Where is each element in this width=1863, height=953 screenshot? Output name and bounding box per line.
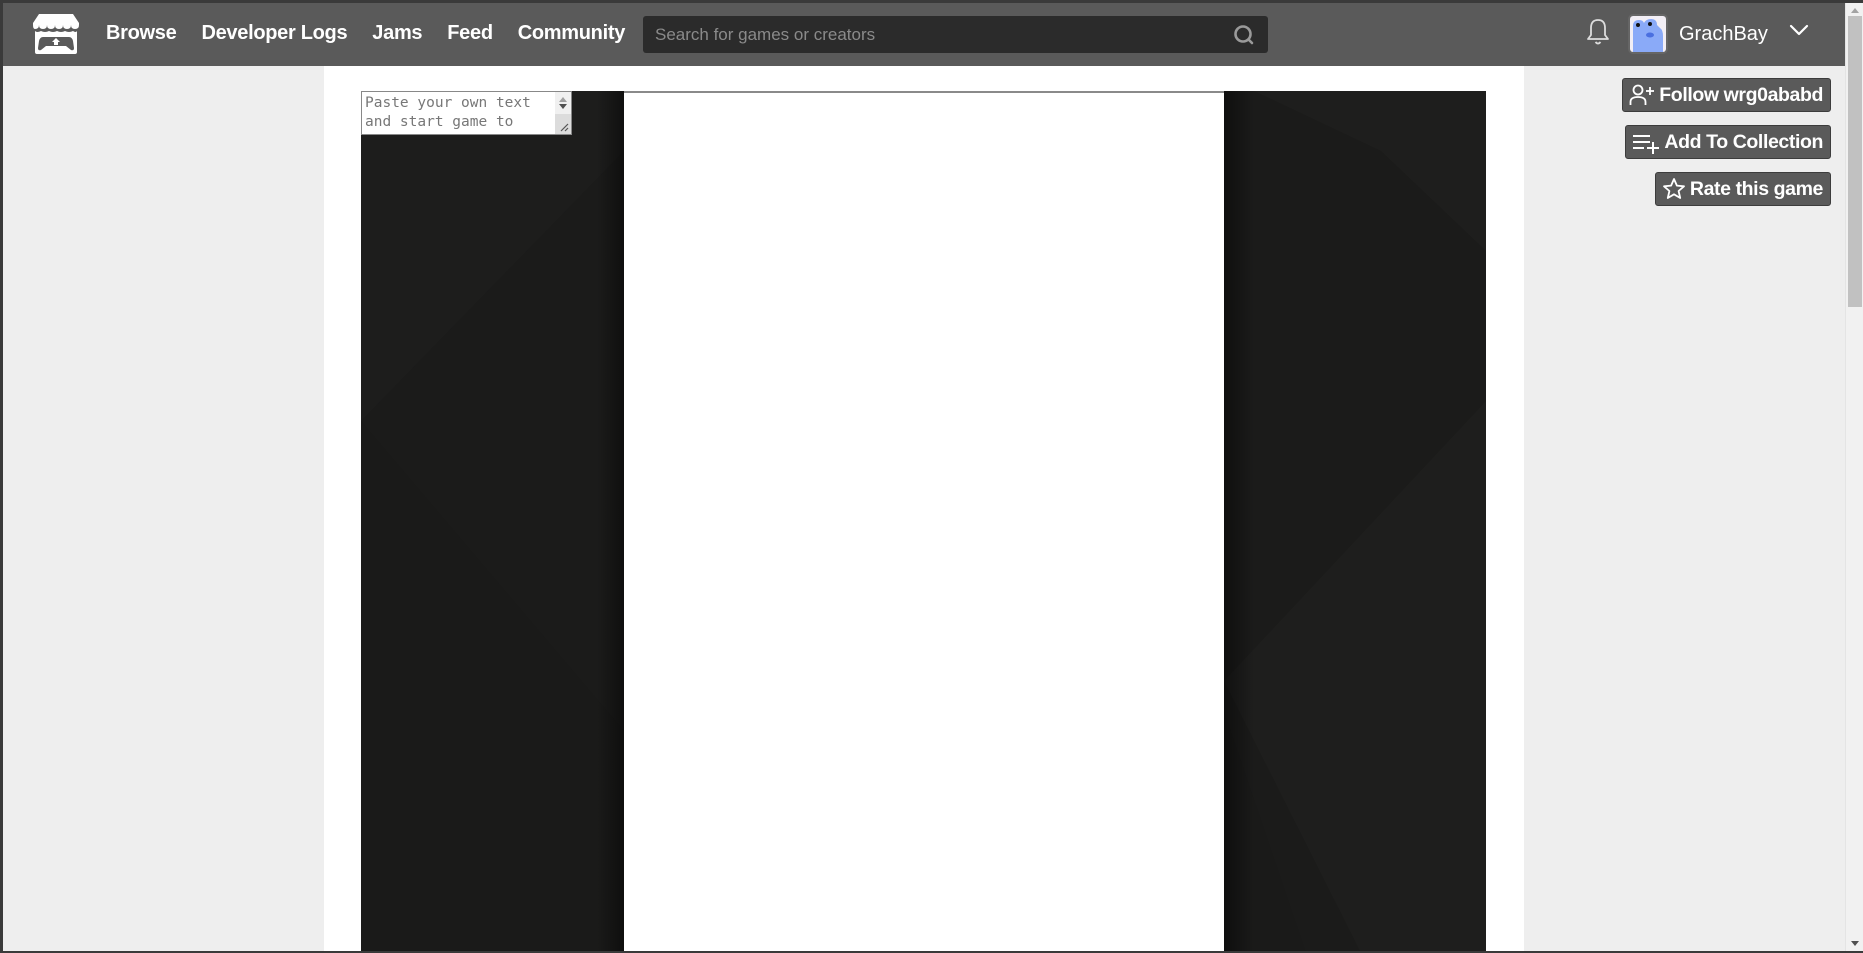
search-box	[643, 16, 1268, 53]
add-to-collection-button[interactable]: Add To Collection	[1625, 125, 1831, 159]
scrollbar-thumb[interactable]	[1848, 16, 1862, 307]
scroll-down-arrow-icon[interactable]	[559, 104, 567, 109]
scroll-up-icon[interactable]	[1851, 8, 1859, 13]
game-canvas[interactable]	[624, 91, 1224, 953]
textarea-scrollbar[interactable]	[555, 92, 571, 134]
nav-developer-logs[interactable]: Developer Logs	[201, 22, 347, 45]
window-border-top	[0, 0, 1863, 3]
page-scrollbar[interactable]	[1845, 3, 1863, 951]
scroll-down-icon[interactable]	[1851, 941, 1859, 946]
custom-text-input[interactable]: Paste your own text and start game to	[361, 91, 572, 135]
bell-icon[interactable]	[1585, 17, 1611, 47]
canvas-shadow-right	[1224, 91, 1254, 953]
star-icon	[1662, 178, 1685, 199]
nav-jams[interactable]: Jams	[372, 22, 422, 45]
nav-feed[interactable]: Feed	[447, 22, 493, 45]
nav-community[interactable]: Community	[518, 22, 626, 45]
user-plus-icon	[1629, 84, 1655, 105]
rate-game-button[interactable]: Rate this game	[1654, 172, 1831, 206]
username[interactable]: GrachBay	[1679, 0, 1768, 66]
rate-game-label: Rate this game	[1689, 177, 1824, 200]
game-embed[interactable]: Paste your own text and start game to	[361, 91, 1486, 953]
nav-browse[interactable]: Browse	[106, 22, 177, 45]
follow-button[interactable]: Follow wrg0ababd	[1622, 78, 1831, 112]
chevron-down-icon[interactable]	[1788, 22, 1810, 38]
playlist-add-icon	[1633, 135, 1660, 154]
main-nav: Browse Developer Logs Jams Feed Communit…	[106, 0, 650, 66]
scroll-up-arrow-icon[interactable]	[559, 97, 567, 102]
follow-label: Follow wrg0ababd	[1659, 83, 1823, 106]
itchio-logo-icon[interactable]	[31, 12, 81, 56]
avatar[interactable]	[1628, 14, 1668, 54]
canvas-shadow-left	[597, 91, 624, 953]
search-icon[interactable]	[1232, 23, 1256, 47]
add-to-collection-label: Add To Collection	[1664, 130, 1823, 153]
site-header: Browse Developer Logs Jams Feed Communit…	[0, 0, 1845, 66]
window-border-left	[0, 0, 3, 953]
search-input[interactable]	[655, 16, 1215, 53]
resize-grip-icon[interactable]	[555, 114, 571, 134]
